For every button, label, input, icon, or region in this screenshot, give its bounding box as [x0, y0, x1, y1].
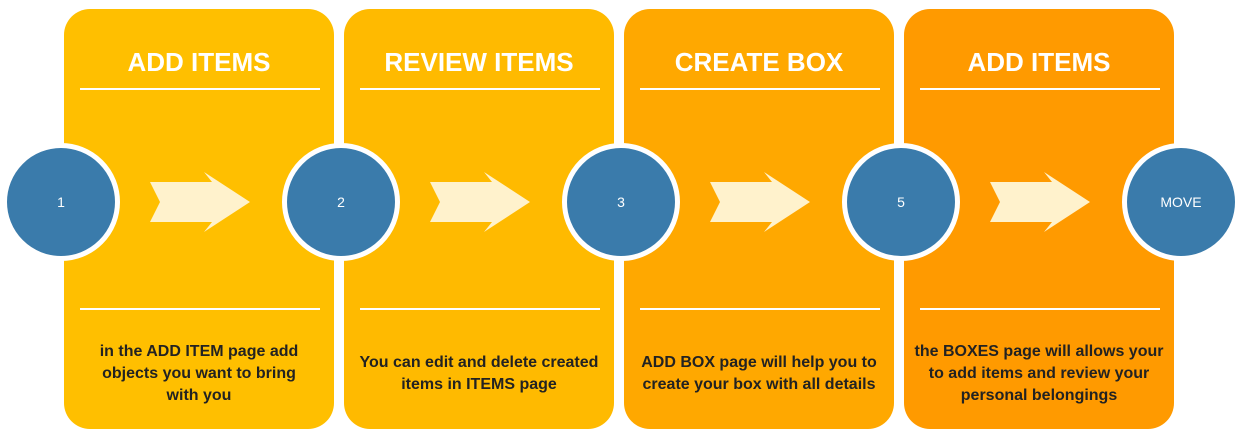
divider	[640, 308, 880, 310]
step-description-container: the BOXES page will allows your to add i…	[904, 329, 1174, 419]
step-node-3: 3	[562, 143, 680, 261]
divider	[360, 88, 600, 90]
right-arrow-icon	[430, 172, 530, 232]
divider	[80, 308, 320, 310]
step-description-container: in the ADD ITEM page add objects you wan…	[64, 329, 334, 419]
step-description: ADD BOX page will help you to create you…	[641, 354, 877, 393]
divider	[920, 88, 1160, 90]
right-arrow-icon	[710, 172, 810, 232]
step-title: ADD ITEMS	[967, 47, 1111, 77]
step-node-move: MOVE	[1122, 143, 1240, 261]
step-description-container: You can edit and delete created items in…	[344, 329, 614, 419]
step-description: in the ADD ITEM page add objects you wan…	[99, 343, 299, 404]
node-label: 5	[897, 194, 905, 210]
step-description: the BOXES page will allows your to add i…	[914, 343, 1164, 404]
node-label: 1	[57, 194, 65, 210]
right-arrow-icon	[990, 172, 1090, 232]
step-title: REVIEW ITEMS	[384, 47, 574, 77]
node-label: 2	[337, 194, 345, 210]
right-arrow-icon	[150, 172, 250, 232]
node-label: MOVE	[1160, 194, 1202, 210]
divider	[640, 88, 880, 90]
step-description: You can edit and delete created items in…	[359, 354, 599, 393]
divider	[920, 308, 1160, 310]
step-node-2: 2	[282, 143, 400, 261]
step-node-5: 5	[842, 143, 960, 261]
divider	[360, 308, 600, 310]
divider	[80, 88, 320, 90]
step-node-1: 1	[2, 143, 120, 261]
node-label: 3	[617, 194, 625, 210]
step-description-container: ADD BOX page will help you to create you…	[624, 329, 894, 419]
step-title: ADD ITEMS	[127, 47, 271, 77]
step-title: CREATE BOX	[674, 47, 844, 77]
